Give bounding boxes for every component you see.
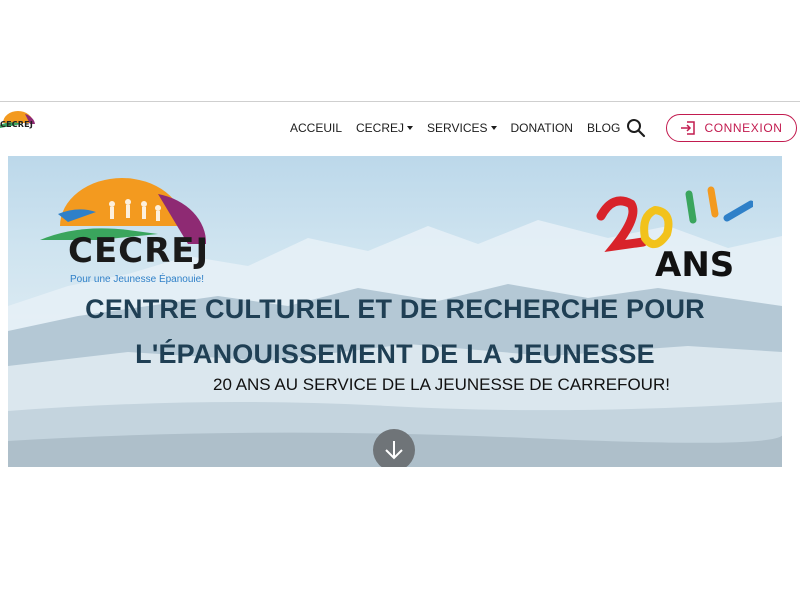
cecrej-logo: CECREJ Pour une Jeunesse Épanouie!: [38, 174, 216, 286]
nav-item-label: DONATION: [510, 121, 573, 135]
header-divider: [0, 101, 800, 102]
nav-item-donation[interactable]: DONATION: [511, 121, 573, 135]
hero-subtitle: 20 ANS AU SERVICE DE LA JEUNESSE DE CARR…: [213, 375, 670, 394]
hero-title-line1: CENTRE CULTUREL ET DE RECHERCHE POUR: [85, 294, 705, 324]
login-icon: [681, 121, 696, 135]
search-icon: [627, 119, 646, 138]
nav-item-label: CECREJ: [356, 121, 405, 135]
nav-item-label: ACCEUIL: [290, 121, 343, 135]
hero-title-line2: L'ÉPANOUISSEMENT DE LA JEUNESSE: [135, 339, 655, 369]
search-button[interactable]: [626, 118, 646, 138]
anniversary-number: 20: [593, 176, 595, 177]
nav-item-blog[interactable]: BLOG: [587, 121, 620, 135]
cecrej-tagline: Pour une Jeunesse Épanouie!: [70, 272, 204, 285]
cecrej-logo-text: CECREJ: [68, 231, 209, 271]
nav-item-cecrej[interactable]: CECREJ: [356, 121, 414, 135]
anniversary-word: ANS: [655, 245, 734, 281]
nav-item-label: SERVICES: [427, 121, 488, 135]
main-nav: ACCEUIL CECREJ SERVICES DONATION BLOG: [290, 118, 634, 138]
scroll-down-button[interactable]: [373, 429, 415, 467]
header-logo[interactable]: CECREJ: [0, 110, 36, 136]
hero-banner: CECREJ Pour une Jeunesse Épanouie! ANS 2…: [8, 156, 782, 467]
nav-item-services[interactable]: SERVICES: [427, 121, 497, 135]
chevron-down-icon: [490, 126, 497, 130]
header-logo-text: CECREJ: [0, 120, 34, 129]
chevron-down-icon: [407, 126, 414, 130]
anniversary-emblem: ANS 20: [593, 176, 755, 285]
login-button[interactable]: CONNEXION: [666, 114, 797, 142]
login-label: CONNEXION: [704, 121, 783, 135]
anniversary-logo: ANS 20: [593, 176, 755, 285]
arrow-down-icon: [385, 441, 403, 460]
nav-item-label: BLOG: [586, 121, 621, 135]
cecrej-emblem: CECREJ Pour une Jeunesse Épanouie!: [40, 178, 209, 285]
nav-item-acceuil[interactable]: ACCEUIL: [290, 121, 342, 135]
